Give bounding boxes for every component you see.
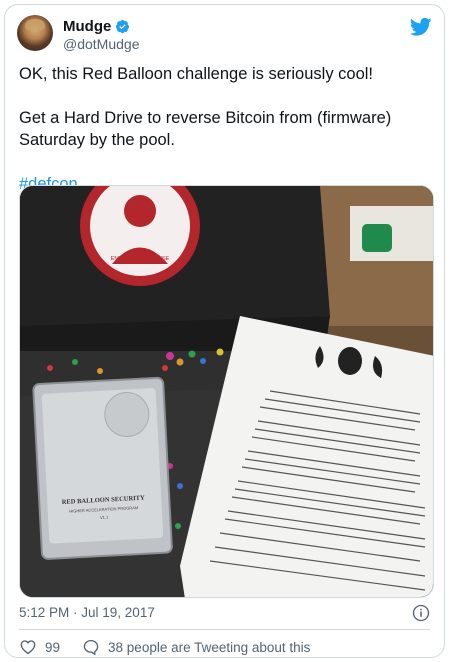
tweeting-about-link[interactable]: 38 people are Tweeting about this [82, 638, 310, 656]
tweet-text: OK, this Red Balloon challenge is seriou… [19, 63, 437, 195]
drive-label-line3: V1.1 [100, 515, 109, 520]
tweet-header: Mudge @dotMudge [17, 15, 432, 59]
like-count: 99 [45, 639, 61, 655]
photo-illustration: EMBEDDED DEFENSE RED BALLOON SECURITY HI… [20, 186, 433, 597]
handle[interactable]: @dotMudge [63, 36, 139, 52]
tweet-card: Mudge @dotMudge OK, this Red Balloon cha… [4, 4, 445, 658]
meta-row: 5:12 PM · Jul 19, 2017 [19, 604, 430, 624]
name-row: Mudge [63, 18, 130, 35]
display-name[interactable]: Mudge [63, 18, 111, 35]
tweet-line-2: Get a Hard Drive to reverse Bitcoin from… [19, 109, 392, 127]
hard-drive: RED BALLOON SECURITY HIGHER ACCELERATION… [32, 376, 173, 560]
tweet-line-1: OK, this Red Balloon challenge is seriou… [19, 65, 374, 83]
avatar[interactable] [17, 15, 53, 51]
tweet-photo[interactable]: EMBEDDED DEFENSE RED BALLOON SECURITY HI… [19, 185, 434, 598]
divider [19, 629, 430, 630]
heart-icon [20, 640, 36, 655]
twitter-bird-icon[interactable] [409, 17, 432, 37]
verified-badge-icon [115, 19, 130, 34]
speech-bubble-icon [83, 639, 99, 656]
action-bar: 99 38 people are Tweeting about this [19, 637, 430, 657]
tweeting-about-text: 38 people are Tweeting about this [108, 639, 311, 655]
tweet-line-3: Saturday by the pool. [19, 131, 175, 149]
timestamp[interactable]: 5:12 PM · Jul 19, 2017 [19, 605, 155, 620]
info-icon[interactable] [412, 604, 430, 622]
sticker-text: EMBEDDED DEFENSE [111, 256, 170, 262]
like-button[interactable]: 99 [19, 638, 60, 656]
